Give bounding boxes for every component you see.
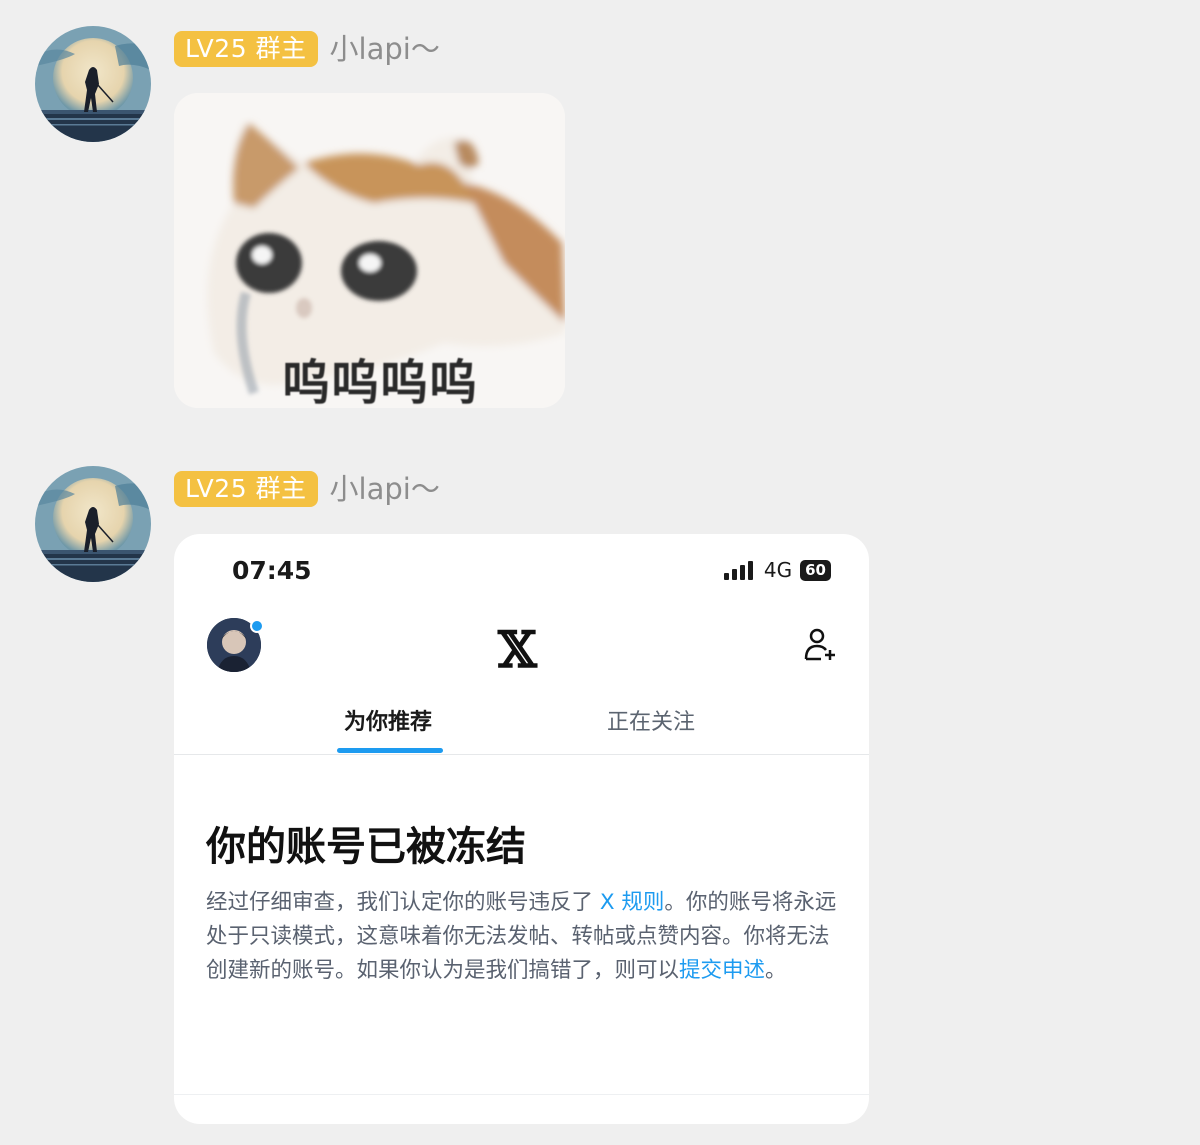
tab-following[interactable]: 正在关注 [607, 704, 695, 736]
status-indicators: 4G 60 [723, 558, 831, 582]
level-badge: LV25 群主 [174, 31, 318, 67]
message-meta: LV25 群主 小lapi～ [174, 31, 440, 67]
suspension-message: 经过仔细审查，我们认定你的账号违反了 X 规则。你的账号将永远处于只读模式，这意… [206, 886, 842, 988]
suspension-title: 你的账号已被冻结 [206, 824, 526, 870]
tab-for-you[interactable]: 为你推荐 [344, 704, 432, 736]
body-text: 经过仔细审查，我们认定你的账号违反了 [206, 890, 600, 915]
screenshot-image[interactable]: 07:45 4G 60 𝕏 为你推荐 正在关注 你的账号已被冻结 经过仔细审查，… [174, 534, 869, 1124]
content-divider [174, 1094, 869, 1095]
signal-icon [723, 561, 753, 580]
sender-name[interactable]: 小lapi～ [330, 471, 440, 507]
chat-window: LV25 群主 小lapi～ 呜呜呜呜 LV25 群主 小lapi～ 07:45… [0, 0, 1200, 1145]
body-text: 。 [765, 958, 787, 983]
active-tab-indicator [337, 748, 443, 753]
sticker-caption: 呜呜呜呜 [282, 355, 479, 408]
notification-dot [250, 619, 264, 633]
x-rules-link[interactable]: X 规则 [600, 890, 665, 915]
tab-divider [174, 754, 869, 755]
sticker-image[interactable]: 呜呜呜呜 [174, 93, 565, 408]
message-meta: LV25 群主 小lapi～ [174, 471, 440, 507]
sender-name[interactable]: 小lapi～ [330, 31, 440, 67]
submit-appeal-link[interactable]: 提交申述 [679, 958, 765, 983]
status-time: 07:45 [232, 556, 312, 585]
level-badge: LV25 群主 [174, 471, 318, 507]
x-logo-icon: 𝕏 [498, 620, 537, 679]
add-user-icon[interactable] [801, 626, 839, 668]
network-label: 4G [763, 558, 793, 582]
sender-avatar[interactable] [35, 26, 151, 142]
avatar-image [35, 26, 151, 142]
sender-avatar[interactable] [35, 466, 151, 582]
battery-icon: 60 [800, 559, 831, 581]
avatar-image [35, 466, 151, 582]
